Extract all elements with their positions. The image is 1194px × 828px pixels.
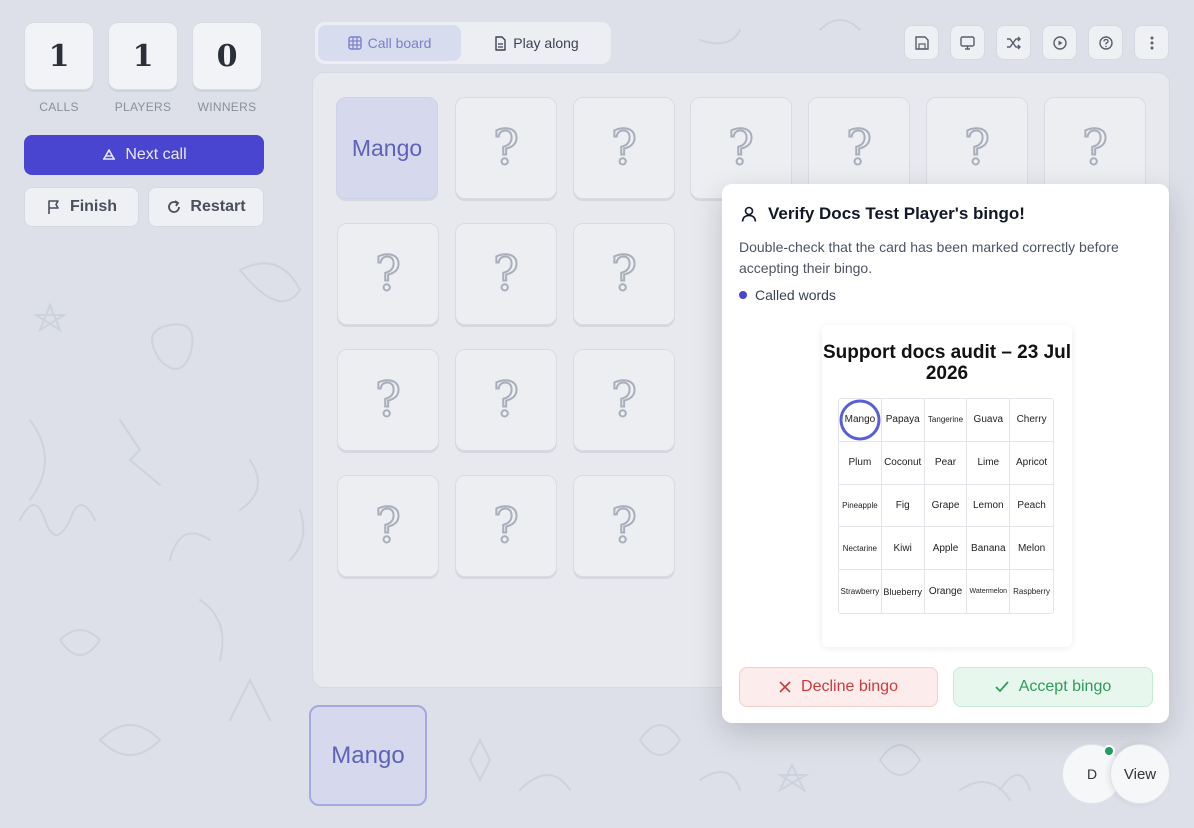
card-cell: Watermelon [967, 570, 1011, 613]
stat-calls-value: 1 [24, 22, 94, 90]
stat-players-value: 1 [108, 22, 178, 90]
card-cell: Nectarine [839, 527, 882, 571]
record-icon [1052, 35, 1067, 50]
user-icon [741, 206, 757, 222]
online-status-dot [1103, 745, 1115, 757]
stat-calls: 1 CALLS [24, 22, 94, 114]
board-cell-hidden: ? [573, 349, 675, 451]
dialog-header: Verify Docs Test Player's bingo! [740, 204, 1025, 224]
close-icon [779, 681, 791, 693]
more-button[interactable] [1134, 25, 1169, 60]
card-cell: Blueberry [882, 570, 925, 613]
board-cell-hidden: ? [337, 223, 439, 325]
dialog-description: Double-check that the card has been mark… [739, 239, 1119, 276]
restart-label: Restart [190, 198, 246, 215]
restart-icon [168, 200, 181, 213]
save-button[interactable] [904, 25, 939, 60]
stats-panel: 1 CALLS 1 PLAYERS 0 WINNERS [24, 22, 262, 114]
next-call-label: Next call [125, 146, 187, 163]
finish-button[interactable]: Finish [24, 187, 139, 227]
view-tabs: Call board Play along [315, 22, 611, 64]
decline-label: Decline bingo [801, 678, 898, 695]
avatar-initial: D [1086, 766, 1098, 782]
card-cell: Papaya [881, 399, 925, 442]
board-cell-hidden: ? [337, 475, 439, 577]
flag-icon [48, 200, 59, 214]
card-cell: Guava [967, 399, 1011, 442]
tab-play-along-label: Play along [513, 35, 579, 51]
more-vertical-icon [1150, 36, 1153, 49]
restart-button[interactable]: Restart [148, 187, 264, 227]
bingo-card: Support docs audit – 23 Jul 2026 Mango P… [822, 325, 1072, 647]
card-cell: Strawberry [839, 570, 882, 613]
card-cell: Fig [881, 484, 925, 528]
card-cell: Peach [1010, 485, 1053, 528]
stat-players: 1 PLAYERS [108, 22, 178, 114]
card-cell: Tangerine [924, 399, 968, 442]
present-button[interactable] [950, 25, 985, 60]
board-cell-hidden: ? [455, 475, 557, 577]
help-button[interactable] [1088, 25, 1123, 60]
card-title: Support docs audit – 23 Jul 2026 [822, 342, 1072, 384]
dialog-title: Verify Docs Test Player's bingo! [768, 204, 1025, 223]
view-label: View [1123, 765, 1157, 783]
card-cell-marked: Mango [839, 399, 882, 442]
view-button[interactable]: View [1110, 744, 1170, 804]
toolbar [904, 25, 1169, 60]
finish-label: Finish [69, 198, 118, 215]
card-cell: Pineapple [839, 484, 882, 528]
board-cell-hidden: ? [455, 223, 557, 325]
called-words-legend: Called words [739, 287, 836, 303]
card-cell: Plum [839, 441, 882, 485]
board-cell-hidden: ? [573, 475, 675, 577]
bell-icon [103, 149, 116, 160]
card-cell: Pear [924, 441, 968, 485]
accept-bingo-button[interactable]: Accept bingo [953, 667, 1153, 707]
shuffle-icon [1007, 36, 1021, 49]
card-cell: Orange [925, 570, 968, 613]
last-called-word: Mango [309, 705, 427, 806]
card-cell: Lime [967, 441, 1011, 485]
board-cell-hidden: ? [455, 97, 557, 199]
accept-label: Accept bingo [1018, 678, 1112, 695]
shuffle-button[interactable] [996, 25, 1031, 60]
legend-dot [739, 291, 747, 299]
board-cell-called: Mango [336, 97, 438, 199]
tab-play-along[interactable]: Play along [465, 25, 608, 61]
tab-call-board[interactable]: Call board [318, 25, 461, 61]
card-cell: Coconut [881, 441, 925, 485]
card-cell: Lemon [967, 484, 1011, 528]
verify-bingo-dialog: Verify Docs Test Player's bingo! Double-… [722, 184, 1169, 723]
card-cell: Apple [924, 527, 968, 571]
board-cell-hidden: ? [455, 349, 557, 451]
card-cell: Grape [924, 484, 968, 528]
help-icon [1098, 35, 1113, 50]
stat-players-label: PLAYERS [114, 100, 172, 114]
record-button[interactable] [1042, 25, 1077, 60]
card-cell: Cherry [1010, 399, 1053, 442]
next-call-button[interactable]: Next call [24, 135, 264, 175]
card-cell: Apricot [1010, 442, 1053, 485]
card-cell: Banana [967, 527, 1011, 571]
board-cell-hidden: ? [573, 223, 675, 325]
document-icon [495, 35, 506, 51]
monitor-icon [960, 35, 975, 50]
legend-label: Called words [755, 287, 836, 303]
card-grid: Mango Papaya Tangerine Guava Cherry Plum… [838, 398, 1054, 614]
save-icon [914, 35, 929, 50]
stat-calls-label: CALLS [39, 100, 79, 114]
stat-winners: 0 WINNERS [192, 22, 262, 114]
stat-winners-value: 0 [192, 22, 262, 90]
board-cell-hidden: ? [573, 97, 675, 199]
decline-bingo-button[interactable]: Decline bingo [739, 667, 938, 707]
tab-call-board-label: Call board [367, 35, 432, 51]
check-icon [995, 681, 1009, 693]
card-cell: Kiwi [881, 527, 925, 571]
grid-icon [347, 36, 362, 50]
card-cell: Melon [1010, 527, 1053, 571]
board-cell-hidden: ? [337, 349, 439, 451]
card-cell: Raspberry [1013, 587, 1051, 597]
stat-winners-label: WINNERS [197, 100, 257, 114]
